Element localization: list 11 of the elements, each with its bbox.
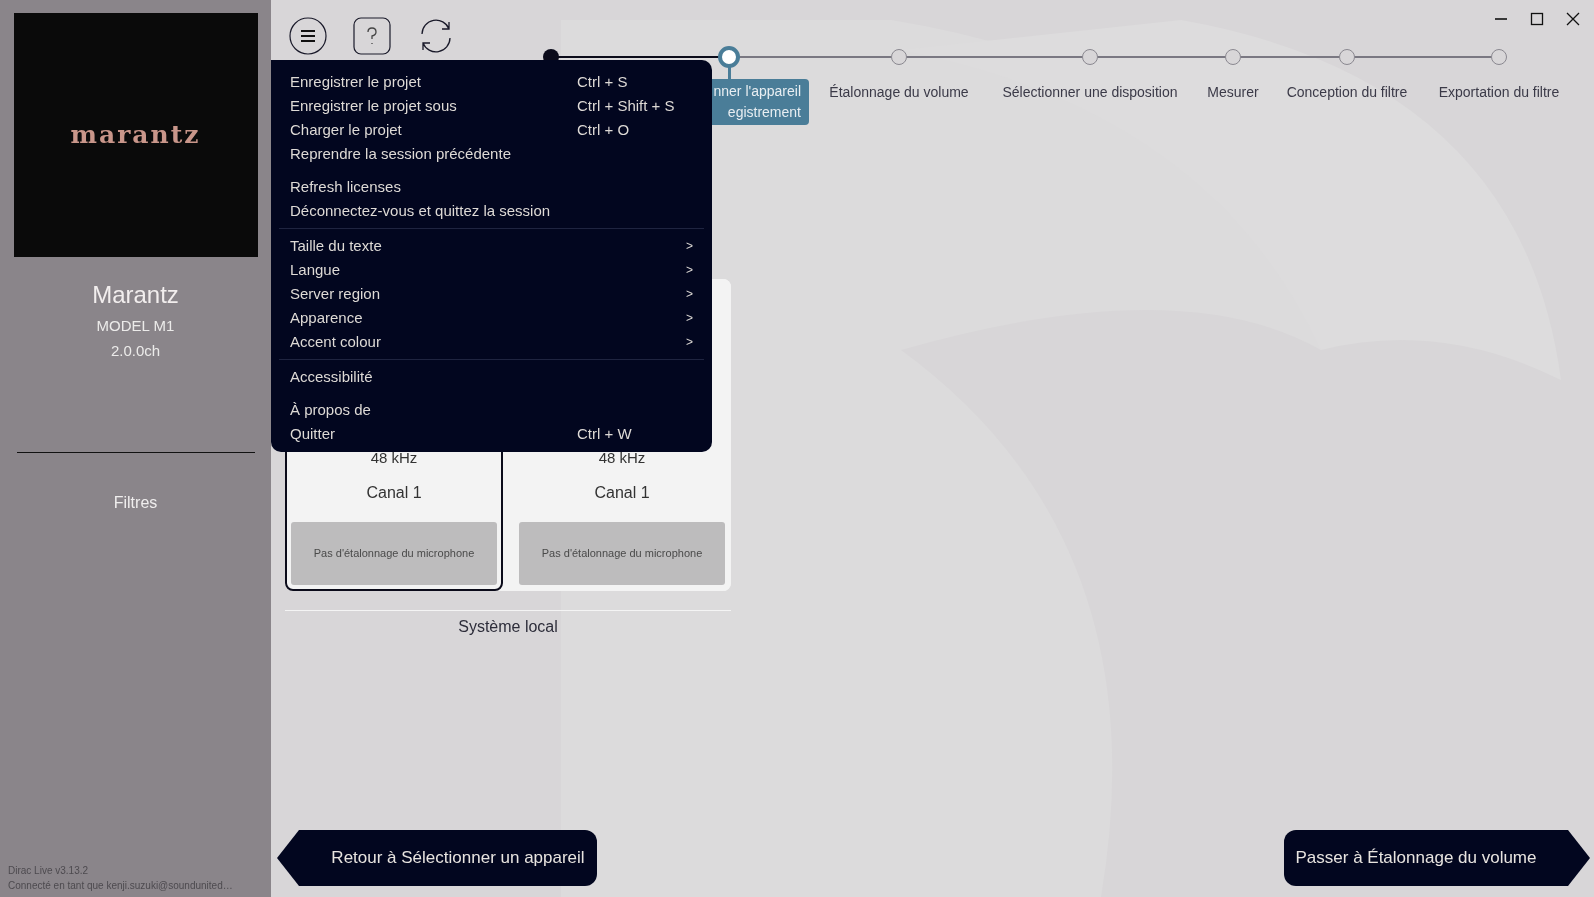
device-model: MODEL M1 [96,316,175,336]
channel-label: Canal 1 [366,482,422,503]
channel-config: 2.0.0ch [110,340,161,361]
version-text: Dirac Live v3.13.2 [8,864,90,878]
channel-label: Canal 1 [594,482,650,503]
sample-rate: 48 kHz [370,448,418,468]
device-name: Marantz [92,280,179,310]
account-text: Connecté en tant que kenji.suzuki@soundunited… [8,879,233,893]
sample-rate: 48 kHz [598,448,646,468]
group-label: Système local [458,617,558,637]
logo: marantz [70,119,201,152]
